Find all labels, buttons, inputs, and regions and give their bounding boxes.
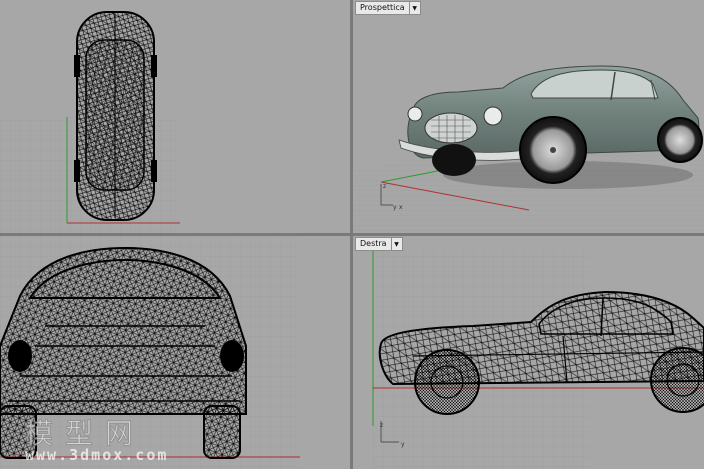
perspective-canvas: z y x bbox=[353, 65, 704, 233]
axis-y-label: y bbox=[393, 204, 397, 211]
viewport-title-right[interactable]: Destra ▼ bbox=[355, 237, 403, 251]
top-view-canvas bbox=[0, 11, 180, 233]
right-view-canvas: z y bbox=[372, 250, 704, 469]
viewport-right[interactable]: z y Destra ▼ bbox=[353, 236, 704, 469]
viewport-top[interactable] bbox=[0, 0, 350, 233]
car-shaded-model bbox=[398, 65, 703, 189]
viewport-title-perspective[interactable]: Prospettica ▼ bbox=[355, 1, 421, 15]
axis-z-label: z bbox=[380, 422, 383, 429]
viewport-front[interactable] bbox=[0, 236, 350, 469]
axis-y-label: y bbox=[401, 441, 405, 448]
viewport-label: Destra bbox=[360, 239, 387, 248]
chevron-down-icon[interactable]: ▼ bbox=[390, 238, 402, 250]
front-view-canvas bbox=[0, 236, 300, 469]
viewport-label: Prospettica bbox=[360, 3, 405, 12]
axis-x-label: x bbox=[399, 204, 403, 211]
viewport-perspective[interactable]: z y x Prospettica ▼ bbox=[353, 0, 704, 233]
axis-z-label: z bbox=[383, 183, 386, 190]
chevron-down-icon[interactable]: ▼ bbox=[408, 2, 420, 14]
car-top-wireframe bbox=[74, 11, 157, 221]
